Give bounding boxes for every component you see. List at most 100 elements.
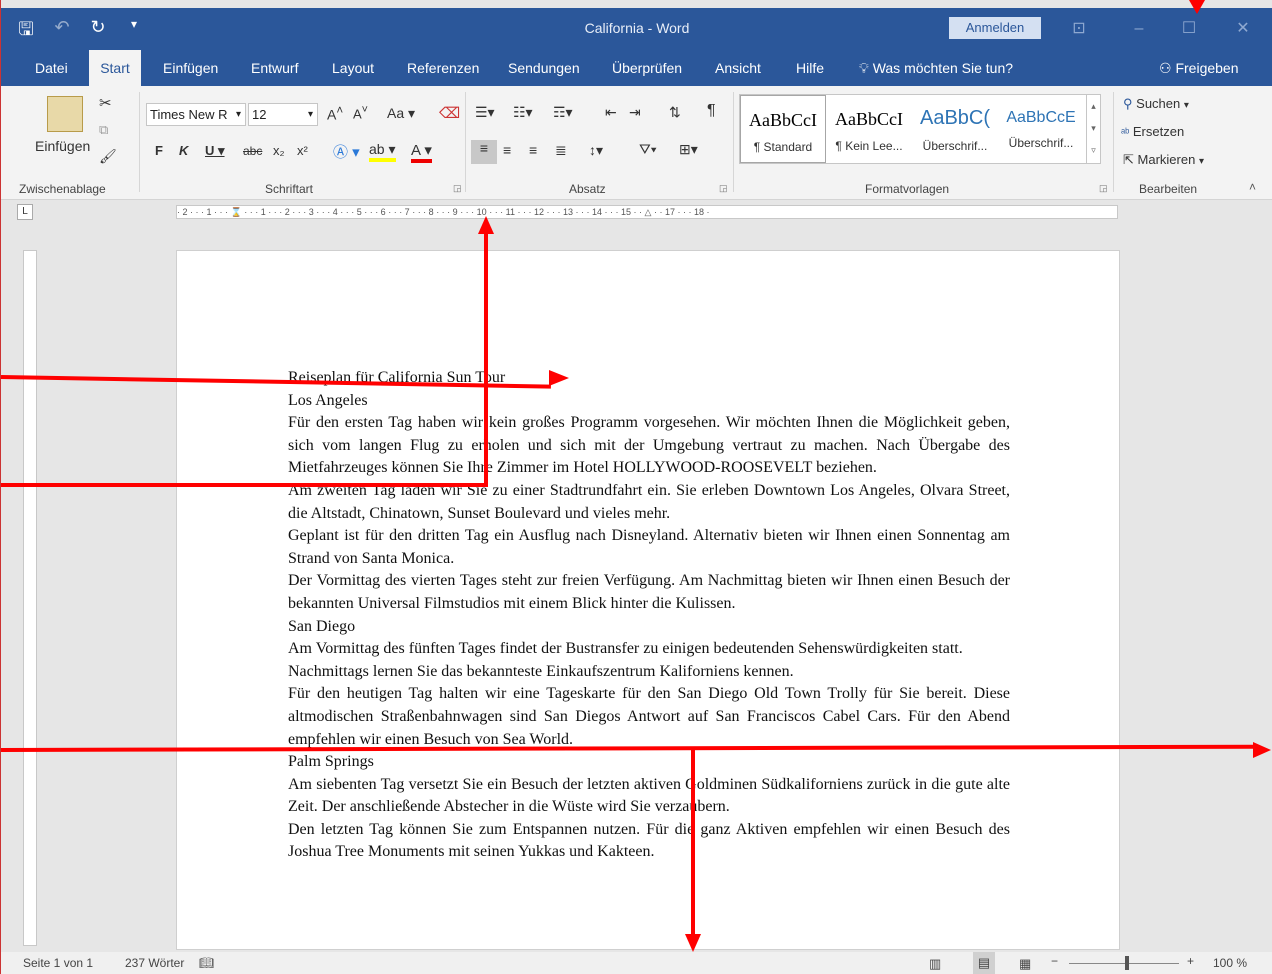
minimize-icon[interactable]: – xyxy=(1119,14,1159,44)
style-name: ¶ Kein Lee... xyxy=(835,139,903,153)
font-name-value: Times New R xyxy=(150,107,228,122)
change-case-icon[interactable]: Aa ▾ xyxy=(387,105,415,122)
maximize-icon[interactable]: ☐ xyxy=(1169,14,1209,44)
style-standard[interactable]: AaBbCcI ¶ Standard xyxy=(740,95,826,163)
share-label: Freigeben xyxy=(1175,60,1239,76)
sort-icon[interactable]: ⇅ xyxy=(669,104,681,121)
tab-entwurf[interactable]: Entwurf xyxy=(243,50,306,86)
show-formatting-icon[interactable]: ¶ xyxy=(707,102,716,120)
signin-button[interactable]: Anmelden xyxy=(949,17,1041,39)
annotation-arrowhead xyxy=(1189,0,1205,14)
dialog-launcher-icon[interactable]: ◲ xyxy=(453,183,462,194)
align-left-icon[interactable]: ≡ xyxy=(471,140,497,164)
style-heading-2[interactable]: AaBbCcE Überschrif... xyxy=(998,95,1084,163)
doc-heading: Los Angeles xyxy=(288,391,368,409)
zoom-slider-thumb[interactable] xyxy=(1125,956,1129,970)
multilevel-list-icon[interactable]: ☶▾ xyxy=(553,104,573,121)
tab-ueberpruefen[interactable]: Überprüfen xyxy=(604,50,690,86)
tell-me-search[interactable]: 💡︎ Was möchten Sie tun? xyxy=(859,50,1013,86)
chevron-down-icon: ▾ xyxy=(1183,100,1189,111)
document-body[interactable]: Reiseplan für California Sun Tour Los An… xyxy=(288,367,1010,864)
align-center-icon[interactable]: ≡ xyxy=(503,142,511,158)
doc-paragraph: Der Vormittag des vierten Tages steht zu… xyxy=(288,572,1010,612)
tab-referenzen[interactable]: Referenzen xyxy=(399,50,487,86)
dialog-launcher-icon[interactable]: ◲ xyxy=(719,183,728,194)
doc-paragraph: Am Vormittag des fünften Tages findet de… xyxy=(288,640,963,680)
select-button[interactable]: ⇱ Markieren ▾ xyxy=(1123,152,1204,168)
strikethrough-icon[interactable]: abc xyxy=(243,144,262,158)
bold-icon[interactable]: F xyxy=(155,143,163,158)
dialog-launcher-icon[interactable]: ◲ xyxy=(1099,183,1108,194)
bullets-icon[interactable]: ☰▾ xyxy=(475,104,495,121)
share-button[interactable]: ⚇ Freigeben xyxy=(1159,50,1239,86)
tab-layout[interactable]: Layout xyxy=(324,50,382,86)
numbering-icon[interactable]: ☷▾ xyxy=(513,104,533,121)
web-layout-icon[interactable]: ▦ xyxy=(1019,956,1031,972)
justify-icon[interactable]: ≣ xyxy=(555,142,567,159)
print-layout-icon[interactable]: ▤ xyxy=(973,952,995,974)
style-no-spacing[interactable]: AaBbCcI ¶ Kein Lee... xyxy=(826,95,912,163)
document-page[interactable]: Reiseplan für California Sun Tour Los An… xyxy=(176,250,1120,950)
format-painter-icon[interactable]: 🖌︎ xyxy=(99,148,117,165)
tab-ansicht[interactable]: Ansicht xyxy=(707,50,769,86)
group-label-editing: Bearbeiten xyxy=(1139,182,1198,196)
word-count[interactable]: 237 Wörter xyxy=(125,956,184,970)
line-spacing-icon[interactable]: ↕▾ xyxy=(589,142,603,159)
page-count[interactable]: Seite 1 von 1 xyxy=(23,956,93,970)
lightbulb-icon: 💡︎ xyxy=(859,60,869,76)
shrink-font-icon[interactable]: A˅ xyxy=(353,104,368,121)
doc-paragraph: Für den ersten Tag haben wir kein großes… xyxy=(288,414,1010,477)
gallery-scroll[interactable]: ▴ ▾ ▿ xyxy=(1086,95,1100,163)
tab-einfuegen[interactable]: Einfügen xyxy=(155,50,226,86)
proofing-icon[interactable]: 📖︎ xyxy=(199,956,214,970)
paste-icon[interactable] xyxy=(47,96,83,132)
shading-icon[interactable]: ⛛▾ xyxy=(639,141,657,158)
align-right-icon[interactable]: ≡ xyxy=(529,142,537,158)
paste-button[interactable]: Einfügen xyxy=(35,138,90,154)
style-heading-1[interactable]: AaBbC( Überschrif... xyxy=(912,95,998,163)
grow-font-icon[interactable]: A˄ xyxy=(327,104,343,123)
underline-icon[interactable]: U ▾ xyxy=(205,143,225,159)
highlight-icon[interactable]: ab ▾ xyxy=(369,141,396,162)
italic-icon[interactable]: K xyxy=(179,143,188,158)
tab-selector-icon[interactable]: L xyxy=(17,204,33,220)
doc-heading: San Diego xyxy=(288,617,356,635)
vertical-ruler[interactable] xyxy=(23,250,37,946)
group-separator xyxy=(139,92,140,192)
search-button[interactable]: ⚲ Suchen ▾ xyxy=(1123,96,1189,112)
close-icon[interactable]: ✕ xyxy=(1223,14,1263,44)
select-label: Markieren xyxy=(1137,152,1196,167)
zoom-level[interactable]: 100 % xyxy=(1213,956,1247,970)
font-size-box[interactable]: 12 ▾ xyxy=(248,103,318,126)
subscript-icon[interactable]: x₂ xyxy=(273,143,285,158)
style-name: Überschrif... xyxy=(1008,136,1074,150)
ribbon: Einfügen ✂ ⧉ 🖌︎ Zwischenablage Times New… xyxy=(1,86,1272,200)
collapse-ribbon-icon[interactable]: ˄ xyxy=(1249,180,1256,194)
style-name: Überschrif... xyxy=(922,139,988,153)
group-label-font: Schriftart xyxy=(265,182,314,196)
horizontal-ruler[interactable]: · 2 · · · 1 · · · ⌛ · · · 1 · · · 2 · · … xyxy=(176,205,1118,219)
decrease-indent-icon[interactable]: ⇤ xyxy=(605,104,617,121)
borders-icon[interactable]: ⊞▾ xyxy=(679,141,698,158)
clear-formatting-icon[interactable]: ⌫ xyxy=(439,104,460,122)
zoom-out-icon[interactable]: − xyxy=(1051,954,1058,968)
superscript-icon[interactable]: x² xyxy=(297,143,308,158)
cut-icon[interactable]: ✂ xyxy=(99,94,112,112)
read-mode-icon[interactable]: ▥ xyxy=(929,956,941,972)
zoom-in-icon[interactable]: + xyxy=(1187,954,1194,968)
replace-button[interactable]: ᵃᵇ Ersetzen xyxy=(1121,124,1184,139)
annotation-arrow xyxy=(1,483,488,487)
font-name-box[interactable]: Times New R ▾ xyxy=(146,103,246,126)
font-color-icon[interactable]: A ▾ xyxy=(411,141,432,163)
zoom-slider[interactable] xyxy=(1069,963,1179,964)
status-bar: Seite 1 von 1 237 Wörter 📖︎ ▥ ▤ ▦ − + 10… xyxy=(1,952,1272,974)
copy-icon[interactable]: ⧉ xyxy=(99,122,108,138)
tab-sendungen[interactable]: Sendungen xyxy=(500,50,588,86)
tab-datei[interactable]: Datei xyxy=(27,50,76,86)
increase-indent-icon[interactable]: ⇥ xyxy=(629,104,641,121)
annotation-arrowhead xyxy=(549,370,569,386)
text-effects-icon[interactable]: Ⓐ ▾ xyxy=(333,141,360,162)
tab-hilfe[interactable]: Hilfe xyxy=(788,50,832,86)
ribbon-display-options-icon[interactable]: ⊡ xyxy=(1059,14,1099,44)
tab-start[interactable]: Start xyxy=(89,50,141,86)
